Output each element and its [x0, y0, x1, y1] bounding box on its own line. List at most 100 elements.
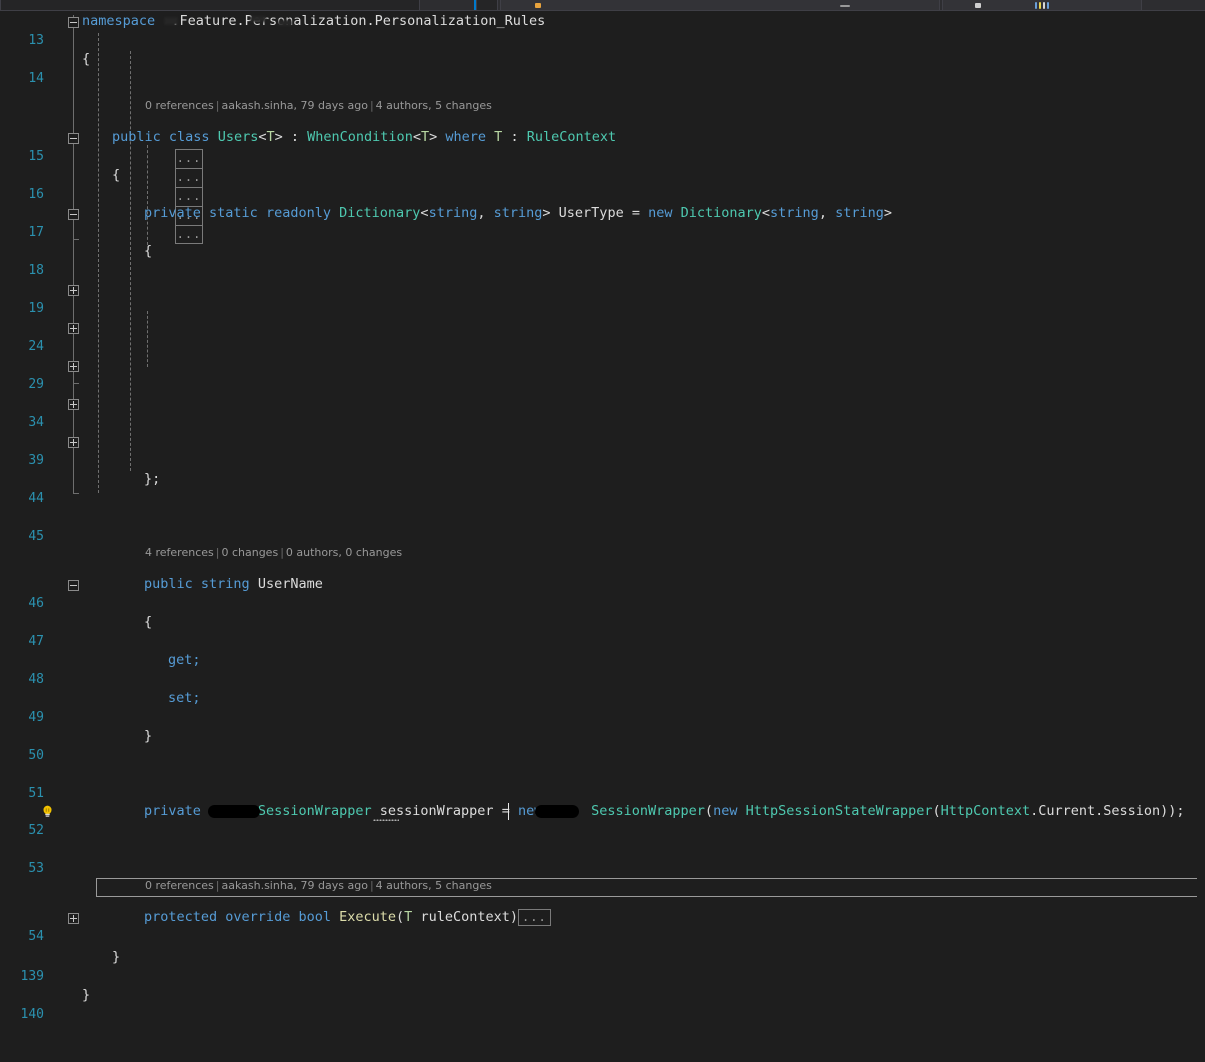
- code-line-15[interactable]: 15 public class Users<T> : WhenCondition…: [0, 128, 1205, 164]
- equals: =: [623, 205, 649, 221]
- code-text: public class Users<T> : WhenCondition<T>…: [112, 128, 616, 147]
- toolbar-save-icon[interactable]: [975, 3, 981, 8]
- line-number: 18: [28, 263, 44, 278]
- comma: ,: [818, 205, 836, 221]
- code-line-54[interactable]: 54 protected override bool Execute(T rul…: [0, 908, 1205, 944]
- type-rulecontext: RuleContext: [526, 129, 617, 145]
- line-number: 17: [28, 225, 44, 240]
- keyword-bool: bool: [298, 909, 331, 925]
- code-line-49[interactable]: 49 set;: [0, 689, 1205, 725]
- code-line-39[interactable]: 39: [0, 432, 1205, 468]
- keyword-private: private: [144, 205, 201, 221]
- code-text: public string UserName: [144, 575, 323, 594]
- code-line-34[interactable]: 34: [0, 394, 1205, 430]
- code-line-24[interactable]: 24: [0, 318, 1205, 354]
- codelens-text[interactable]: 0 references | aakash.sinha, 79 days ago | 4…: [145, 97, 492, 114]
- type-httpcontext: HttpContext: [940, 803, 1031, 819]
- collapsed-method-body[interactable]: ...: [518, 908, 551, 926]
- outlining-collapse-icon[interactable]: [68, 133, 79, 144]
- toolbar-strip: [0, 0, 1205, 11]
- statement-tail: ));: [1160, 803, 1185, 819]
- codelens-text[interactable]: 0 references | aakash.sinha, 79 days ago | 4…: [145, 877, 492, 894]
- code-line-19[interactable]: 19: [0, 280, 1205, 316]
- paren-open: (: [704, 803, 714, 819]
- code-line-13[interactable]: 13 namespace .Feature.Personalization.Pe…: [0, 12, 1205, 48]
- lightbulb-icon[interactable]: [40, 804, 55, 819]
- indent-guide-3: [147, 145, 148, 245]
- codelens-changes[interactable]: 4 authors, 5 changes: [376, 879, 492, 892]
- codelens-changes[interactable]: 0 authors, 0 changes: [286, 546, 402, 559]
- codelens-author[interactable]: aakash.sinha, 79 days ago: [221, 879, 367, 892]
- error-squiggle: [373, 818, 399, 821]
- line-number: 47: [28, 634, 44, 649]
- code-line-29[interactable]: 29: [0, 356, 1205, 392]
- code-line-139[interactable]: 139 }: [0, 948, 1205, 984]
- toolbar-minimize-icon[interactable]: [840, 5, 850, 7]
- codelens-references[interactable]: 0 references: [145, 879, 214, 892]
- line-number: 34: [28, 415, 44, 430]
- code-line-53[interactable]: 53: [0, 840, 1205, 876]
- codelens-changes[interactable]: 4 authors, 5 changes: [376, 99, 492, 112]
- line-number: 139: [20, 969, 44, 984]
- codelens-separator: |: [215, 546, 220, 559]
- codelens-author[interactable]: 0 changes: [221, 546, 278, 559]
- keyword-string: string: [835, 205, 884, 221]
- code-text: {: [112, 166, 120, 185]
- comma: ,: [477, 205, 494, 221]
- code-line-51[interactable]: 51: [0, 765, 1205, 801]
- code-line-16[interactable]: 16 {: [0, 166, 1205, 202]
- codelens-text[interactable]: 4 references | 0 changes | 0 authors, 0 chan…: [145, 544, 402, 561]
- code-line-17[interactable]: 17 private static readonly Dictionary<st…: [0, 204, 1205, 240]
- outlining-expand-icon[interactable]: [68, 399, 79, 410]
- codelens-class-users[interactable]: 0 references | aakash.sinha, 79 days ago | 4…: [0, 96, 1205, 113]
- generic-param-t: T: [404, 909, 413, 925]
- outlining-expand-icon[interactable]: [68, 323, 79, 334]
- line-number: 50: [28, 748, 44, 763]
- outlining-expand-icon[interactable]: [68, 285, 79, 296]
- outlining-collapse-icon[interactable]: [68, 580, 79, 591]
- code-text: private SessionWrapper sessionWrapper = …: [144, 802, 1185, 821]
- code-line-48[interactable]: 48 get;: [0, 651, 1205, 687]
- codelens-references[interactable]: 4 references: [145, 546, 214, 559]
- code-line-50[interactable]: 50 }: [0, 727, 1205, 763]
- code-line-14[interactable]: 14 {: [0, 50, 1205, 86]
- code-editor[interactable]: ... ... ... ... ... 13 namespace .Featur…: [0, 11, 1205, 1022]
- collapsed-dictionary-entries[interactable]: ... ... ... ... ...: [175, 149, 203, 244]
- line-number: 54: [28, 929, 44, 944]
- outlining-expand-icon[interactable]: [68, 437, 79, 448]
- code-text: protected override bool Execute(T ruleCo…: [144, 908, 551, 927]
- toolbar-segment-active[interactable]: [476, 0, 498, 10]
- toolbar-segment-main[interactable]: [500, 0, 940, 10]
- code-line-46[interactable]: 46 public string UserName: [0, 575, 1205, 611]
- outlining-collapse-icon[interactable]: [68, 17, 79, 28]
- code-line-44[interactable]: 44 };: [0, 470, 1205, 506]
- brace-close: }: [144, 728, 153, 744]
- generic-param-t: T: [266, 129, 275, 145]
- keyword-static: static: [209, 205, 258, 221]
- code-line-18[interactable]: 18 {: [0, 242, 1205, 278]
- codelens-property-username[interactable]: 4 references | 0 changes | 0 authors, 0 chan…: [0, 543, 1205, 560]
- toolbar-warning-icon: [535, 3, 541, 8]
- outlining-collapse-icon[interactable]: [68, 209, 79, 220]
- code-line-47[interactable]: 47 {: [0, 613, 1205, 649]
- keyword-string: string: [770, 205, 819, 221]
- codelens-separator: |: [369, 99, 374, 112]
- line-number: 46: [28, 596, 44, 611]
- namespace-suffix: .Feature.Personalization.Personalization…: [171, 13, 546, 29]
- keyword-readonly: readonly: [265, 205, 331, 221]
- code-surface[interactable]: ... ... ... ... ... 13 namespace .Featur…: [0, 11, 1205, 1022]
- toolbar-segment-right[interactable]: [942, 0, 1142, 10]
- property-username: UserName: [257, 576, 323, 592]
- codelens-author[interactable]: aakash.sinha, 79 days ago: [221, 99, 367, 112]
- code-line-52[interactable]: 52 private SessionWrapper sessionWrapper…: [0, 802, 1205, 897]
- code-line-140[interactable]: 140 }: [0, 986, 1205, 1022]
- codelens-references[interactable]: 0 references: [145, 99, 214, 112]
- codelens-method-execute[interactable]: 0 references | aakash.sinha, 79 days ago | 4…: [0, 876, 1205, 893]
- outlining-expand-icon[interactable]: [68, 913, 79, 924]
- code-line-45[interactable]: 45: [0, 508, 1205, 544]
- outlining-expand-icon[interactable]: [68, 361, 79, 372]
- method-execute: Execute: [339, 909, 397, 925]
- paren-close: ): [509, 909, 518, 925]
- brace-open: {: [112, 167, 121, 183]
- toolbar-segment-left[interactable]: [0, 0, 420, 10]
